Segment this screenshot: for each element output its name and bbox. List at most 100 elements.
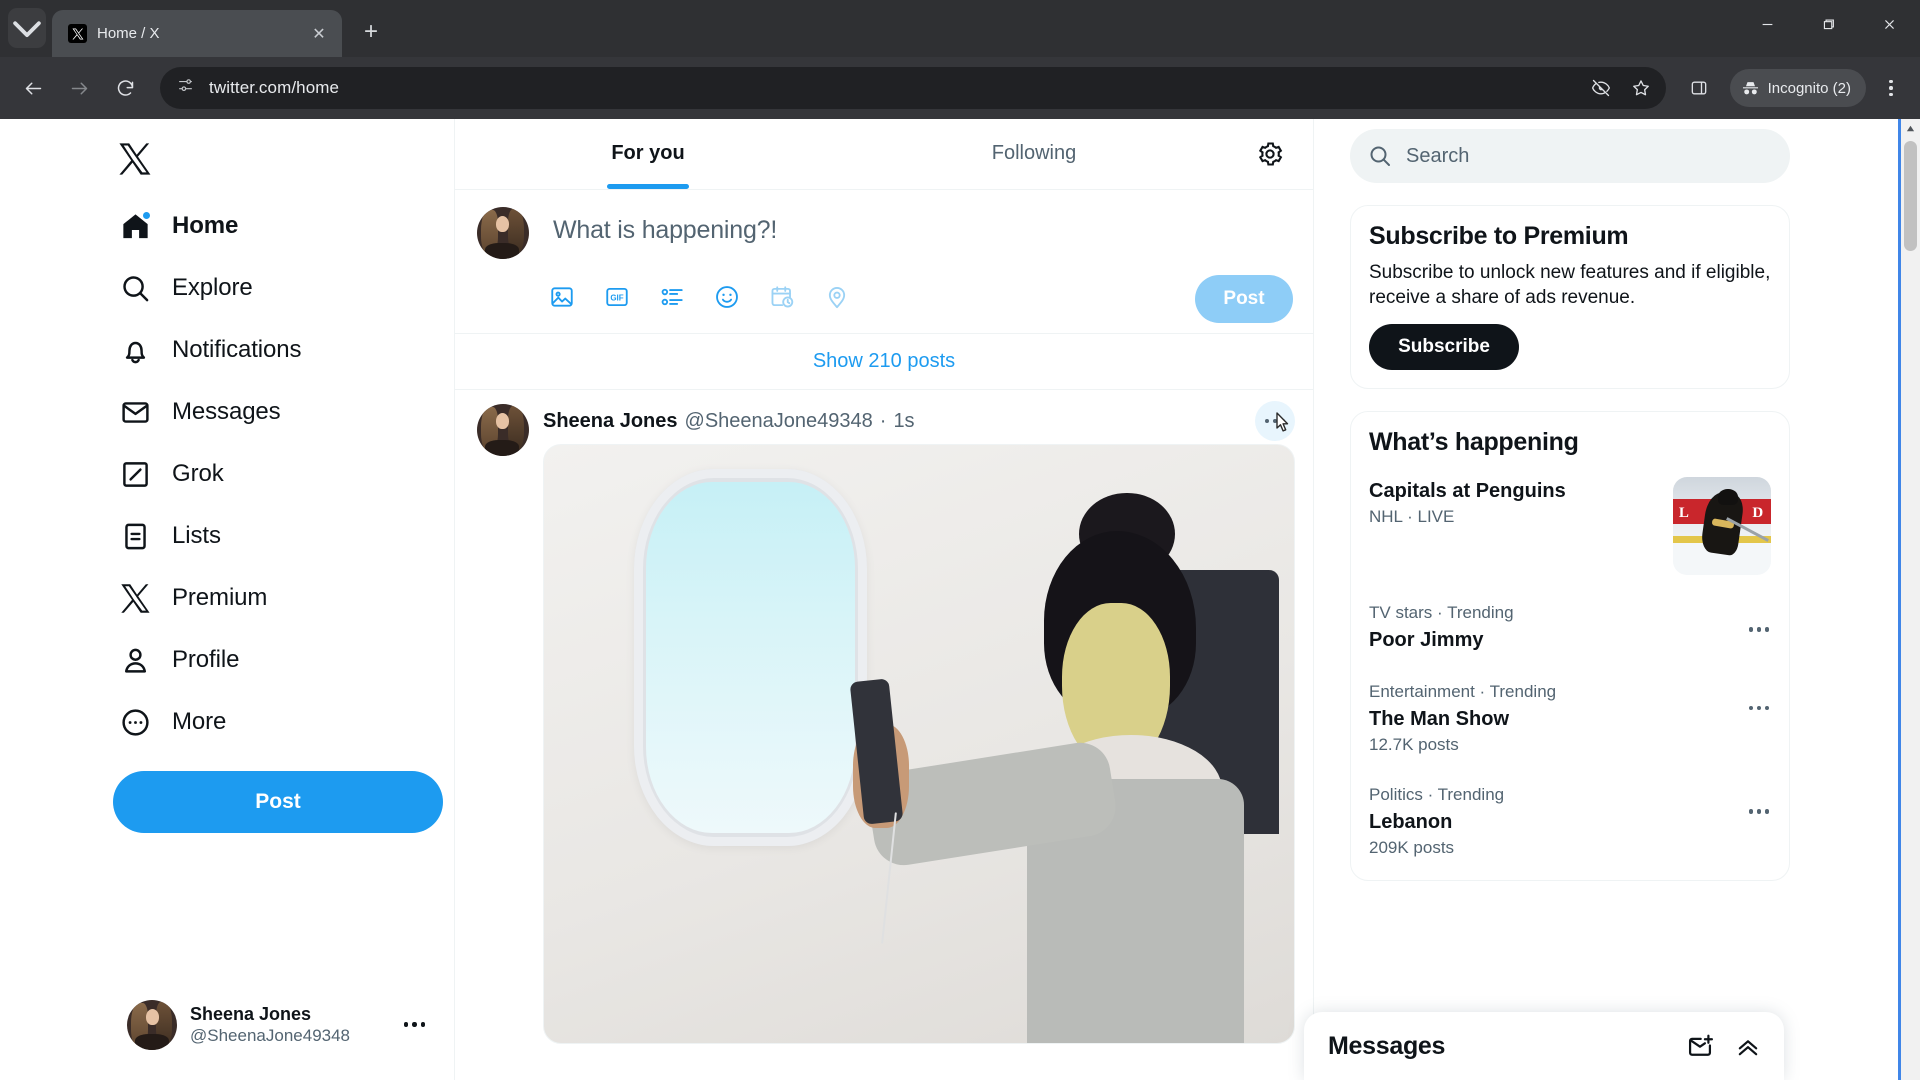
reload-icon[interactable] xyxy=(104,67,146,109)
trend-post-count: 209K posts xyxy=(1369,837,1455,857)
new-message-icon[interactable] xyxy=(1686,1032,1714,1060)
new-tab-button[interactable]: + xyxy=(354,15,388,49)
tab-search-button[interactable] xyxy=(8,8,46,48)
trend-category: Entertainment · Trending xyxy=(1369,682,1557,702)
search-icon xyxy=(118,271,152,305)
tab-following[interactable]: Following xyxy=(841,119,1227,189)
bell-icon xyxy=(118,333,152,367)
three-dot-menu-icon[interactable] xyxy=(403,1022,430,1027)
trend-more-menu-button[interactable] xyxy=(1748,617,1769,641)
sidebar-item-home[interactable]: Home xyxy=(109,195,260,257)
emoji-icon[interactable] xyxy=(714,284,740,315)
post-timestamp[interactable]: 1s xyxy=(893,410,914,433)
star-icon[interactable] xyxy=(1622,69,1660,107)
subscribe-button[interactable]: Subscribe xyxy=(1369,324,1519,371)
browser-toolbar: twitter.com/home Incognito (2) xyxy=(0,57,1920,119)
sidebar-item-label: Lists xyxy=(172,522,221,549)
post-media[interactable] xyxy=(543,444,1295,1044)
gif-icon[interactable]: GIF xyxy=(604,284,630,315)
sidebar-item-lists[interactable]: Lists xyxy=(109,505,243,567)
post-more-menu-button[interactable] xyxy=(1255,401,1295,441)
x-logo-icon xyxy=(118,581,152,615)
trend-item[interactable]: Politics · Trending Lebanon 209K posts xyxy=(1351,771,1789,874)
mouse-cursor xyxy=(1276,412,1289,432)
sidebar-item-label: Explore xyxy=(172,274,253,301)
show-new-posts-button[interactable]: Show 210 posts xyxy=(455,333,1313,389)
sidebar-item-label: Profile xyxy=(172,646,240,673)
page-scrollbar[interactable] xyxy=(1901,119,1920,1080)
sidebar-item-grok[interactable]: Grok xyxy=(109,443,246,505)
back-arrow-icon[interactable] xyxy=(12,67,54,109)
person-icon xyxy=(118,643,152,677)
forward-arrow-icon[interactable] xyxy=(58,67,100,109)
page-viewport: Home Explore Notifications Messages Grok… xyxy=(0,119,1920,1080)
search-input[interactable]: Search xyxy=(1350,129,1790,183)
x-logo-icon[interactable] xyxy=(109,127,173,191)
caret-up-icon[interactable] xyxy=(1901,119,1920,138)
account-switcher[interactable]: Sheena Jones @SheenaJone49348 xyxy=(113,987,443,1062)
poll-icon[interactable] xyxy=(659,284,685,315)
premium-title: Subscribe to Premium xyxy=(1369,222,1629,250)
sidebar-item-premium[interactable]: Premium xyxy=(109,567,289,629)
avatar xyxy=(127,999,177,1050)
compose-input[interactable]: What is happening?! xyxy=(545,204,1293,245)
whats-happening-card: What’s happening Capitals at Penguins NH… xyxy=(1350,411,1790,882)
maximize-icon[interactable] xyxy=(1798,0,1859,48)
trend-item[interactable]: Entertainment · Trending The Man Show 12… xyxy=(1351,668,1789,771)
media-image-icon[interactable] xyxy=(549,284,575,315)
primary-navigation: Home Explore Notifications Messages Grok… xyxy=(54,119,454,1080)
trend-name: The Man Show xyxy=(1369,707,1509,730)
tune-icon[interactable] xyxy=(176,76,195,100)
trend-more-menu-button[interactable] xyxy=(1748,799,1769,823)
trend-category: TV stars · Trending xyxy=(1369,603,1514,623)
incognito-profile-button[interactable]: Incognito (2) xyxy=(1729,69,1866,107)
eye-slash-icon[interactable] xyxy=(1582,69,1620,107)
gear-icon[interactable] xyxy=(1227,119,1313,189)
post-author-handle[interactable]: @SheenaJone49348 xyxy=(685,410,873,433)
sidebar-item-explore[interactable]: Explore xyxy=(109,257,275,319)
trend-item[interactable]: TV stars · Trending Poor Jimmy xyxy=(1351,589,1789,668)
tab-label: For you xyxy=(611,141,685,164)
tab-strip: Home / X ✕ + xyxy=(0,0,1920,57)
three-dot-menu-icon[interactable] xyxy=(1874,67,1908,109)
hockey-player-thumbnail: LD xyxy=(1673,477,1771,576)
minimize-icon[interactable] xyxy=(1737,0,1798,48)
post-button[interactable]: Post xyxy=(113,771,443,833)
browser-tab[interactable]: Home / X ✕ xyxy=(52,10,342,57)
sidebar-item-label: Notifications xyxy=(172,336,302,363)
sidebar-item-more[interactable]: More xyxy=(109,691,248,753)
tab-for-you[interactable]: For you xyxy=(455,119,841,189)
close-icon[interactable] xyxy=(1859,0,1920,48)
scrollbar-thumb[interactable] xyxy=(1904,141,1917,251)
airplane-window xyxy=(634,468,867,846)
schedule-icon[interactable] xyxy=(769,284,795,315)
whats-happening-title: What’s happening xyxy=(1369,428,1579,457)
trend-post-count: 12.7K posts xyxy=(1369,734,1459,754)
chevron-up-icon[interactable] xyxy=(1734,1032,1762,1060)
premium-description: Subscribe to unlock new features and if … xyxy=(1369,262,1771,308)
trend-item[interactable]: Capitals at Penguins NHL · LIVE LD xyxy=(1351,465,1789,589)
unread-badge xyxy=(141,210,152,221)
sidebar-item-notifications[interactable]: Notifications xyxy=(109,319,323,381)
compose-box[interactable]: What is happening?! GIF Post xyxy=(455,189,1313,333)
address-bar[interactable]: twitter.com/home xyxy=(160,67,1666,109)
trend-more-menu-button[interactable] xyxy=(1748,696,1769,720)
sidebar-item-messages[interactable]: Messages xyxy=(109,381,303,443)
close-icon[interactable]: ✕ xyxy=(306,21,332,47)
tab-title: Home / X xyxy=(97,25,160,42)
side-panel-icon[interactable] xyxy=(1680,69,1718,107)
search-placeholder: Search xyxy=(1406,144,1470,167)
sidebar-item-label: More xyxy=(172,708,227,735)
person-selfie xyxy=(844,492,1279,1043)
incognito-hat-icon xyxy=(1742,81,1758,94)
avatar[interactable] xyxy=(477,404,529,456)
post-author-name[interactable]: Sheena Jones xyxy=(543,410,678,433)
messages-dock[interactable]: Messages xyxy=(1304,1012,1784,1080)
compose-post-button[interactable]: Post xyxy=(1195,275,1293,323)
sidebar-item-label: Premium xyxy=(172,584,268,611)
sidebar-item-profile[interactable]: Profile xyxy=(109,629,261,691)
account-name: Sheena Jones xyxy=(190,1003,312,1024)
messages-dock-title: Messages xyxy=(1328,1031,1446,1060)
location-icon[interactable] xyxy=(824,284,850,315)
trend-item[interactable]: Politics · Trending Af 18 xyxy=(1351,875,1789,881)
